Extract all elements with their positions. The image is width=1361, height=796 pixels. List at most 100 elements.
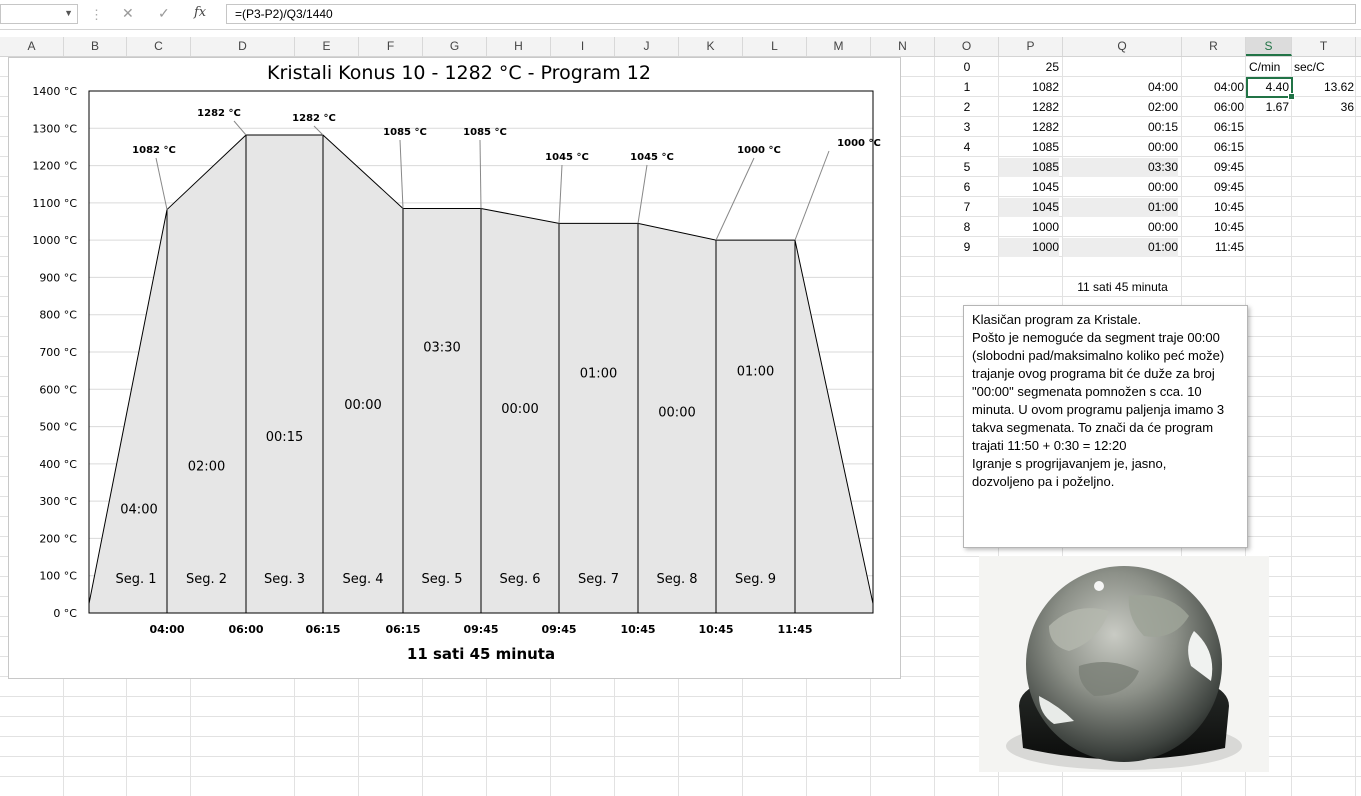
cell-p5[interactable]: 1085 (999, 158, 1059, 177)
cell-r3[interactable]: 06:15 (1182, 118, 1244, 137)
cell-t1[interactable]: 13.62 (1292, 78, 1354, 97)
column-header-g[interactable]: G (423, 37, 487, 56)
y-tick-label: 800 °C (39, 309, 77, 322)
chevron-down-icon[interactable]: ▼ (64, 8, 73, 18)
note-line: "00:00" segmenata pomnožen s cca. 10 (972, 384, 1202, 399)
cell-t2[interactable]: 36 (1292, 98, 1354, 117)
segment-duration-label: 03:30 (423, 340, 460, 355)
column-header-j[interactable]: J (615, 37, 679, 56)
grid-line (1355, 57, 1356, 796)
column-header-s[interactable]: S (1246, 37, 1292, 56)
cell-q4[interactable]: 00:00 (1063, 138, 1178, 157)
point-label: 1282 °C (197, 108, 241, 119)
cell-r6[interactable]: 09:45 (1182, 178, 1244, 197)
header-secc[interactable]: sec/C (1294, 58, 1354, 77)
column-header-b[interactable]: B (64, 37, 127, 56)
cell-o7[interactable]: 7 (935, 198, 999, 217)
column-header-f[interactable]: F (359, 37, 423, 56)
cell-p4[interactable]: 1085 (999, 138, 1059, 157)
cell-q6[interactable]: 00:00 (1063, 178, 1178, 197)
cell-q8[interactable]: 00:00 (1063, 218, 1178, 237)
x-tick-label: 11:45 (777, 623, 812, 636)
x-tick-label: 10:45 (620, 623, 655, 636)
cell-p9[interactable]: 1000 (999, 238, 1059, 257)
cell-p6[interactable]: 1045 (999, 178, 1059, 197)
total-duration[interactable]: 11 sati 45 minuta (1063, 278, 1182, 297)
note-line: takva segmenata. To znači da će program (972, 420, 1214, 435)
y-tick-label: 900 °C (39, 271, 77, 284)
note-text-box[interactable]: Klasičan program za Kristale. Pošto je ne… (963, 305, 1248, 548)
cell-q0[interactable] (1063, 58, 1178, 77)
cell-q2[interactable]: 02:00 (1063, 98, 1178, 117)
column-header-c[interactable]: C (127, 37, 191, 56)
label-leader-line (558, 164, 563, 224)
note-line: trajati 11:50 + 0:30 = 12:20 (972, 438, 1127, 453)
cell-r8[interactable]: 10:45 (1182, 218, 1244, 237)
cell-p3[interactable]: 1282 (999, 118, 1059, 137)
segment-label: Seg. 4 (342, 572, 383, 587)
cell-o5[interactable]: 5 (935, 158, 999, 177)
column-header-p[interactable]: P (999, 37, 1063, 56)
cell-p1[interactable]: 1082 (999, 78, 1059, 97)
x-tick-label: 06:15 (305, 623, 340, 636)
column-header-k[interactable]: K (679, 37, 743, 56)
cell-r2[interactable]: 06:00 (1182, 98, 1244, 117)
note-line: Igranje s progrijavanjem je, jasno, (972, 456, 1167, 471)
segment-label: Seg. 3 (264, 572, 305, 587)
cell-p2[interactable]: 1282 (999, 98, 1059, 117)
segment-duration-label: 02:00 (188, 460, 225, 475)
cell-p8[interactable]: 1000 (999, 218, 1059, 237)
close-icon[interactable]: ✕ (122, 5, 134, 22)
y-tick-label: 1200 °C (32, 160, 77, 173)
fx-icon[interactable]: fx (194, 5, 206, 20)
cell-r4[interactable]: 06:15 (1182, 138, 1244, 157)
active-cell-selection[interactable] (1246, 77, 1295, 100)
name-box[interactable]: ▼ (0, 4, 78, 24)
column-header-e[interactable]: E (295, 37, 359, 56)
label-leader-line (715, 157, 755, 241)
column-header-h[interactable]: H (487, 37, 551, 56)
segment-duration-label: 00:15 (266, 430, 303, 445)
segment-label: Seg. 2 (186, 572, 227, 587)
cell-q3[interactable]: 00:15 (1063, 118, 1178, 137)
cell-o9[interactable]: 9 (935, 238, 999, 257)
cell-p0[interactable]: 25 (999, 58, 1059, 77)
y-tick-label: 200 °C (39, 532, 77, 545)
cell-q7[interactable]: 01:00 (1063, 198, 1178, 217)
column-header-m[interactable]: M (807, 37, 871, 56)
kiln-program-chart[interactable]: Kristali Konus 10 - 1282 °C - Program 12… (8, 57, 901, 679)
cell-q9[interactable]: 01:00 (1063, 238, 1178, 257)
column-header-o[interactable]: O (935, 37, 999, 56)
cell-r9[interactable]: 11:45 (1182, 238, 1244, 257)
y-tick-label: 700 °C (39, 346, 77, 359)
column-header-i[interactable]: I (551, 37, 615, 56)
column-header-r[interactable]: R (1182, 37, 1246, 56)
column-header-n[interactable]: N (871, 37, 935, 56)
column-header-q[interactable]: Q (1063, 37, 1182, 56)
cell-p7[interactable]: 1045 (999, 198, 1059, 217)
cell-s2[interactable]: 1.67 (1246, 98, 1289, 117)
cell-o8[interactable]: 8 (935, 218, 999, 237)
column-header-d[interactable]: D (191, 37, 295, 56)
column-header-l[interactable]: L (743, 37, 807, 56)
header-cmin[interactable]: C/min (1249, 58, 1293, 77)
formula-input[interactable]: =(P3-P2)/Q3/1440 (226, 4, 1356, 24)
cell-q1[interactable]: 04:00 (1063, 78, 1178, 97)
cell-o2[interactable]: 2 (935, 98, 999, 117)
cell-o0[interactable]: 0 (935, 58, 999, 77)
cell-r5[interactable]: 09:45 (1182, 158, 1244, 177)
drag-handle-icon[interactable]: ⋮ (90, 7, 103, 23)
cell-q5[interactable]: 03:30 (1063, 158, 1178, 177)
cell-o1[interactable]: 1 (935, 78, 999, 97)
cell-o6[interactable]: 6 (935, 178, 999, 197)
cell-r7[interactable]: 10:45 (1182, 198, 1244, 217)
cell-r0[interactable] (1182, 58, 1244, 77)
cell-o3[interactable]: 3 (935, 118, 999, 137)
cell-o4[interactable]: 4 (935, 138, 999, 157)
x-tick-label: 09:45 (541, 623, 576, 636)
check-icon[interactable]: ✓ (158, 5, 170, 22)
column-header-t[interactable]: T (1292, 37, 1356, 56)
label-leader-line (794, 150, 830, 241)
cell-r1[interactable]: 04:00 (1182, 78, 1244, 97)
column-header-a[interactable]: A (0, 37, 64, 56)
